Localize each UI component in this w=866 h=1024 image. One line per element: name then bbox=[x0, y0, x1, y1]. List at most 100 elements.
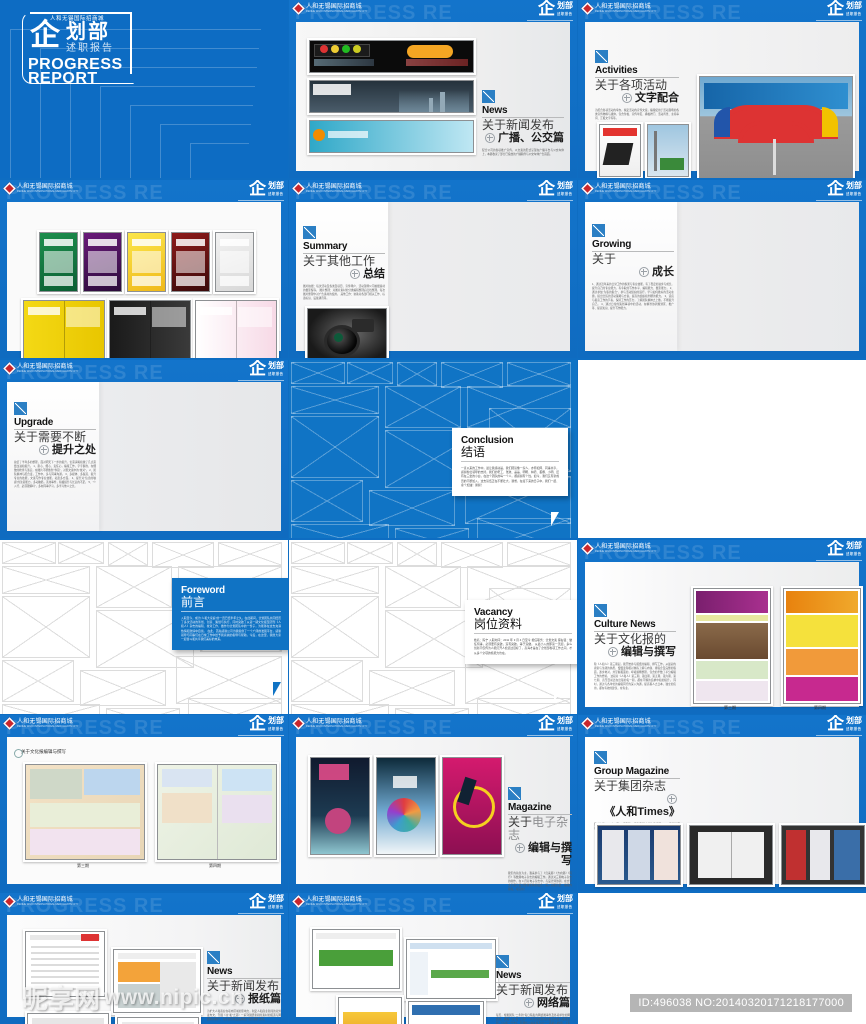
slide-title-block: Summary 关于其他工作 总结 图片拍摄：每次活动及各类及项目、宣传场户、活动现场… bbox=[303, 226, 385, 301]
title-marker-icon bbox=[207, 951, 220, 964]
corner-label: 划部 述职报告 bbox=[557, 1, 573, 19]
slide-panel-summary: PROGRESS RE 人和无锡国际招商城 RENHE WUXI INTERNATI… bbox=[289, 180, 577, 358]
corner-logo: 企划部 述职报告 bbox=[527, 180, 573, 201]
brand-name-en: RENHE WUXI INTERNATIONAL MERCHANTS CITY bbox=[595, 190, 657, 193]
slide-title-block: Activities 关于各项活动 文字配合 为配合各项活动的举办，拟定活动的宣传文案… bbox=[595, 50, 679, 121]
slide-title-block: News 关于新闻发布 网络篇 每天，根据团队“二条新”每日稿发的网络图事件及各项单位… bbox=[496, 955, 570, 1024]
corner-label-sub: 述职报告 bbox=[268, 372, 284, 376]
thumbnail-image bbox=[408, 1001, 484, 1024]
corner-label: 划部 述职报告 bbox=[846, 181, 862, 199]
banner-radio-1 bbox=[307, 38, 476, 75]
banner-radio-2 bbox=[307, 78, 476, 115]
brand-name-en: RENHE WUXI INTERNATIONAL MERCHANTS CITY bbox=[17, 725, 79, 728]
thumbnail-image bbox=[599, 124, 641, 177]
corner-label-cn: 划部 bbox=[268, 181, 284, 190]
slide-title-en: Group Magazine bbox=[594, 766, 669, 777]
corner-qi-char: 企 bbox=[538, 893, 555, 911]
thumbnail-image bbox=[338, 997, 402, 1024]
company-brand: 人和无锡国际招商城 RENHE WUXI INTERNATIONAL MERCHA… bbox=[581, 542, 657, 556]
callout-title-cn: 前言 bbox=[181, 595, 206, 609]
brand-text: 人和无锡国际招商城 RENHE WUXI INTERNATIONAL MERCHA… bbox=[306, 184, 368, 194]
group-mag-2 bbox=[687, 823, 775, 887]
corner-label-sub: 述职报告 bbox=[557, 905, 573, 909]
corner-label: 划部 述职报告 bbox=[268, 361, 284, 379]
diamond-logo-icon bbox=[3, 362, 16, 376]
corner-qi-char: 企 bbox=[827, 540, 844, 558]
slide-panel-news-radio: PROGRESS RE 人和无锡国际招商城 RENHE WUXI INTERNATI… bbox=[289, 0, 577, 178]
plus-circle-icon bbox=[39, 445, 49, 456]
brand-text: 人和无锡国际招商城 RENHE WUXI INTERNATIONAL MERCHA… bbox=[17, 897, 79, 907]
slide-subtitle-text: 总结 bbox=[363, 268, 385, 280]
slide-panel-conclusion: Conclusion 结语 一直以来的工作中，最让我感动是，我们团队像一家人，亦师如… bbox=[289, 360, 577, 538]
thumbnail-image bbox=[406, 939, 496, 999]
slide-title-cn: 关于新闻发布 bbox=[482, 119, 564, 132]
slide-canvas: Group Magazine关于集团杂志《人和Times》集《人和Times》3… bbox=[585, 737, 866, 887]
slide-subtitle-cn: 编辑与撰写 bbox=[508, 842, 572, 868]
brand-name-en: RENHE WUXI INTERNATIONAL MERCHANTS CITY bbox=[306, 10, 368, 13]
slide-title-cn-main: 关于 bbox=[592, 252, 617, 266]
corner-label: 划部 述职报告 bbox=[557, 894, 573, 912]
corner-label-cn: 划部 bbox=[557, 716, 573, 725]
slide-canvas: News 关于新闻发布 网络篇 每天，根据团队“二条新”每日稿发的网络图事件及各项单位… bbox=[296, 915, 570, 1024]
slide-body-text: 1、通过近年来的日常工作的积累与专业技能，有了稳定的进步与成长，提升自己的专业能… bbox=[592, 283, 674, 310]
slide-panel-culture-pages: PROGRESS RE 人和无锡国际招商城 RENHE WUXI INTERNATI… bbox=[0, 715, 288, 891]
group-mag-1 bbox=[595, 823, 683, 887]
emag-cover-1 bbox=[308, 755, 372, 857]
slide-body: PROGRESS RE 人和无锡国际招商城 RENHE WUXI INTERNATI… bbox=[578, 0, 866, 178]
camera-photo bbox=[305, 306, 389, 358]
web-screenshot-3 bbox=[336, 995, 404, 1024]
slide-panel-print-collection: PROGRESS RE 人和无锡国际招商城 RENHE WUXI INTERNATI… bbox=[0, 180, 288, 358]
slide-body: PROGRESS RE 人和无锡国际招商城 RENHE WUXI INTERNATI… bbox=[578, 180, 866, 358]
slide-subtitle-cn: 广播、公交篇 bbox=[482, 132, 564, 145]
slide-title-cn-main: 关于新闻发布 bbox=[496, 983, 569, 997]
slide-title-cn-main: 关于需要不断 bbox=[14, 430, 87, 444]
slide-title-en: Magazine bbox=[508, 802, 552, 813]
slide-title-en: News bbox=[207, 966, 233, 977]
plus-circle-icon bbox=[515, 843, 525, 854]
thumbnail-image bbox=[442, 757, 502, 855]
slide-subtitle-text: 报纸篇 bbox=[248, 993, 281, 1005]
corner-logo: 企划部 述职报告 bbox=[238, 360, 284, 381]
plus-circle-icon bbox=[485, 133, 495, 144]
callout-title-cn: 结语 bbox=[461, 445, 486, 459]
thumbnail-image bbox=[310, 757, 370, 855]
thumbnail-image bbox=[109, 300, 191, 358]
slide-body: PROGRESS RE 人和无锡国际招商城 RENHE WUXI INTERNATI… bbox=[578, 540, 866, 714]
callout-body-text: 姓名：陈宁 入职时间：2011 年 3 月 4 日至今 担任职务：企划文案 座右… bbox=[474, 638, 572, 655]
corner-label-cn: 划部 bbox=[846, 1, 862, 10]
slide-subtitle-text: 提升之处 bbox=[52, 444, 96, 456]
slide-body-text: 我们的前身为主，我来参与了《归来篇》《方向篇》《风行》等数期电子杂志的编辑工作。… bbox=[508, 872, 572, 891]
group-mag-3 bbox=[779, 823, 866, 887]
diamond-logo-icon bbox=[292, 2, 305, 16]
slide-subtitle-cn: 文字配合 bbox=[595, 92, 679, 105]
slide-body: PROGRESS RE 人和无锡国际招商城 RENHE WUXI INTERNATI… bbox=[289, 0, 577, 178]
slide-body-text: 每天，根据团队“二条新”每日稿发的网络图事件及各项单位的网络文，撰编《主“和”之… bbox=[496, 1014, 570, 1024]
slide-title-en: Activities bbox=[595, 65, 638, 76]
brand-name-en: RENHE WUXI INTERNATIONAL MERCHANTS CITY bbox=[17, 190, 79, 193]
corner-qi-char: 企 bbox=[538, 180, 555, 198]
slide-canvas: Summary 关于其他工作 总结 图片拍摄：每次活动及各类及项目、宣传场户、活动现场… bbox=[296, 202, 570, 358]
corner-qi-char: 企 bbox=[538, 0, 555, 18]
emag-cover-2 bbox=[374, 755, 438, 857]
slide-title-cn: 关于集团杂志 bbox=[594, 780, 680, 793]
brand-text: 人和无锡国际招商城 RENHE WUXI INTERNATIONAL MERCHA… bbox=[595, 4, 657, 14]
brand-name-en: RENHE WUXI INTERNATIONAL MERCHANTS CITY bbox=[306, 190, 368, 193]
corner-label: 划部 述职报告 bbox=[846, 716, 862, 734]
slide-title-cn: 关于文化报的 bbox=[594, 633, 676, 646]
corner-label: 划部 述职报告 bbox=[268, 894, 284, 912]
slide-canvas: Upgrade 关于需要不断 提升之处 总结了半年多的整理，面对明天下一步的提升，仍需… bbox=[7, 382, 281, 531]
slide-title-cn-main: 关于各项活动 bbox=[595, 78, 668, 92]
corner-logo: 企划部 述职报告 bbox=[816, 0, 862, 21]
emag-cover-3 bbox=[440, 755, 504, 857]
diamond-logo-icon bbox=[581, 182, 594, 196]
slide-title-en: News bbox=[482, 105, 508, 116]
slide-body-text: 配合公司的各项推广宣传，以文案的形式呈现在广播平台与公交车体上，本篇收录了部分已… bbox=[482, 149, 564, 156]
corner-logo: 企划部 述职报告 bbox=[238, 893, 284, 914]
slide-title-block: News 关于新闻发布 广播、公交篇配合公司的各项推广宣传，以文案的形式呈现在广播平… bbox=[482, 90, 564, 157]
corner-label-sub: 述职报告 bbox=[268, 905, 284, 909]
diamond-logo-icon bbox=[3, 895, 16, 909]
slide-title-cn: 关于新闻发布 bbox=[496, 984, 570, 997]
title-marker-icon bbox=[482, 90, 495, 103]
print-poster-3 bbox=[125, 230, 168, 294]
thumbnail-image bbox=[307, 308, 387, 358]
